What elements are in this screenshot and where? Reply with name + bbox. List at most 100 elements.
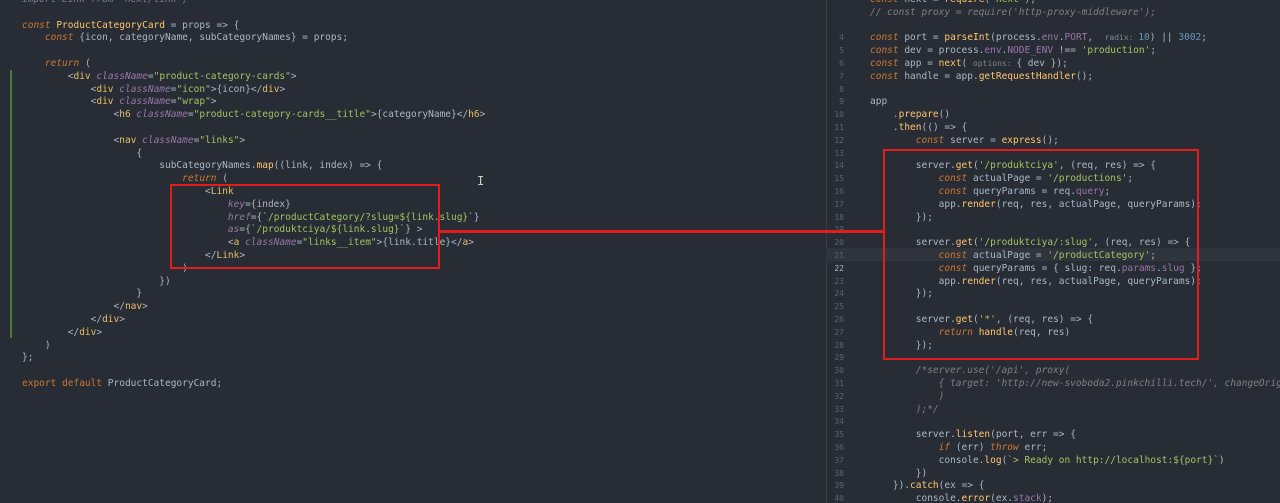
code-token: export default [22,378,108,389]
left-code-line[interactable]: }) [22,276,170,289]
code-token: options: [973,59,1017,68]
code-token: ) [1218,454,1225,466]
code-token: "product-category-cards__title" [193,109,371,121]
right-code-line[interactable]: server.listen(port, err => { [870,429,1076,442]
code-token: PORT [1064,32,1088,44]
left-code-line[interactable]: import Link from 'next/link'; [22,0,188,7]
code-token: className [119,96,171,108]
line-number: 9 [839,97,844,107]
code-token: () [938,109,951,121]
left-code-line[interactable]: } [22,288,142,301]
right-code-line[interactable]: );*/ [870,404,939,417]
code-token: env [984,45,1002,57]
left-code-line[interactable]: ) [22,340,51,353]
code-token: className [142,134,194,146]
code-token: const [915,134,951,146]
right-code-line[interactable]: .then(() => { [870,122,967,135]
code-token: const [870,0,904,5]
left-code-line[interactable]: <h6 className="product-category-cards__t… [22,109,486,122]
code-token: (() => { [921,122,968,133]
right-code-line[interactable]: const port = parseInt(process.env.PORT, … [870,32,1207,45]
code-token: >{icon}</ [210,83,263,95]
left-code-line[interactable]: </nav> [22,301,148,314]
code-token: ( [961,58,973,69]
left-code-line[interactable]: { [22,148,142,161]
code-token: const [870,70,905,82]
line-number: 6 [839,59,844,68]
code-token: , [1087,32,1105,44]
line-number: 36 [834,443,844,452]
line-number: 21 [834,251,844,260]
left-code-line[interactable]: return ( [22,58,91,71]
left-code-line[interactable]: const {icon, categoryName, subCategoryNa… [22,32,348,45]
left-code-line[interactable]: </div> [22,327,102,340]
code-token: < [22,96,97,108]
code-token: err; [1024,442,1048,453]
right-code-line[interactable]: .prepare() [870,109,950,122]
code-token: { [22,147,143,159]
code-token: return [182,173,223,185]
right-code-line[interactable]: ) [870,390,945,404]
code-token: = props => { [165,19,240,31]
line-number: 14 [834,161,844,171]
highlight-box-link-component [170,184,440,269]
left-code-line[interactable]: <div className="icon">{icon}</div> [22,83,286,97]
code-token: const [870,32,905,44]
left-code-line[interactable]: export default ProductCategoryCard; [22,378,222,391]
line-number: 16 [834,187,844,196]
right-code-line[interactable]: console.log(`> Ready on http://localhost… [870,455,1225,468]
right-code-line[interactable]: /*server.use('/api', proxy( [870,365,1070,378]
right-code-line[interactable]: const next = require('next'); [870,0,1036,7]
line-number: 31 [834,379,844,388]
line-number: 38 [834,468,844,478]
code-token: console. [870,454,985,466]
left-code-line[interactable]: const ProductCategoryCard = props => { [22,20,239,33]
right-code-line[interactable]: if (err) throw err; [870,442,1048,455]
code-token: < [22,109,120,121]
left-code-line[interactable]: <nav className="links"> [22,134,246,148]
code-token: ); [1041,493,1054,503]
right-code-line[interactable]: }).catch(ex => { [870,480,985,493]
line-number: 34 [834,417,844,427]
right-code-line[interactable]: { target: 'http://new-svoboda2.pinkchill… [870,378,1280,391]
code-token: (port, err => { [990,429,1076,441]
right-code-line[interactable]: const server = express(); [870,135,1059,148]
code-token: ) [870,390,945,402]
text-cursor-icon: I [477,174,485,188]
code-token: ; [1150,45,1157,57]
right-code-line[interactable]: const dev = process.env.NODE_ENV !== 'pr… [870,45,1156,58]
code-token: getRequestHandler [978,70,1076,82]
code-token: > [468,237,474,249]
code-token: 3002 [1178,32,1202,44]
code-token: (ex. [990,493,1014,503]
right-code-line[interactable]: }) [870,468,927,481]
line-number: 27 [834,327,844,337]
left-code-line[interactable]: <div className="product-category-cards"> [22,71,297,84]
line-number: 15 [834,174,844,184]
code-token: </ [22,326,80,338]
right-code-line[interactable]: // const proxy = require('http-proxy-mid… [870,7,1156,20]
right-code-line[interactable]: app [870,96,887,109]
code-token: nav [124,301,143,313]
code-token: > [279,83,286,95]
left-code-line[interactable]: }; [22,352,33,365]
code-token: console. [870,493,962,503]
line-number [826,0,844,7]
left-code-line[interactable]: ) [22,263,188,276]
left-code-line[interactable]: subCategoryNames.map((link, index) => { [22,160,382,173]
change-indicator [10,70,12,338]
right-code-line[interactable]: const handle = app.getRequestHandler(); [870,71,1093,84]
code-token: next [938,58,962,69]
right-code-line[interactable]: const app = next( options: { dev }); [870,58,1068,71]
left-code-line[interactable]: <div className="wrap"> [22,96,217,109]
code-token: {icon, categoryName, subCategoryNames} =… [79,32,349,44]
line-number: 17 [834,199,844,209]
right-code-line[interactable]: console.error(ex.stack); [870,493,1053,503]
left-code-line[interactable]: </div> [22,314,125,327]
code-token: >{categoryName}</ [370,109,469,121]
code-token: const [22,19,57,31]
line-number: 13 [834,148,844,158]
